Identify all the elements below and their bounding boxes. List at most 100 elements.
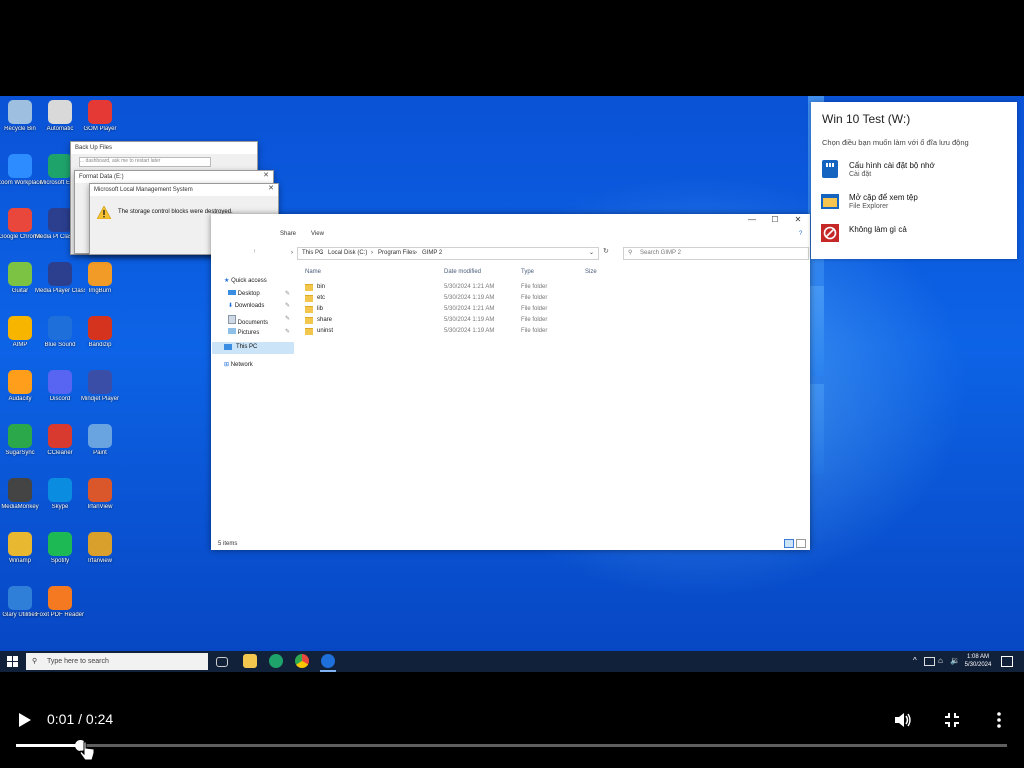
table-row[interactable]: bin 5/30/2024 1:21 AM File folder [305, 283, 555, 293]
up-arrow-icon[interactable]: ↑ [253, 249, 256, 255]
search-input[interactable]: ⚲ Search GIMP 2 [623, 247, 809, 260]
close-icon[interactable]: ✕ [263, 171, 269, 179]
row-type: File folder [521, 295, 548, 301]
app-icon [48, 370, 72, 394]
chrome-taskbar-icon[interactable] [295, 654, 309, 668]
desktop-icon-label: ImgBurn [88, 288, 112, 294]
clock-date: 5/30/2024 [964, 662, 992, 668]
network-tray-icon[interactable]: ⌂ [938, 656, 943, 665]
option-open-folder[interactable]: Mở cặp để xem tệp File Explorer [821, 190, 1011, 212]
backup-text: ... dashboard, ask me to restart later [79, 157, 211, 167]
desktop-icon-shortcut[interactable]: Bandizip [75, 316, 125, 349]
file-explorer-window: — ☐ ✕ Share View ? ↑ › This PC › Local D… [211, 214, 810, 550]
desktop-icon-shortcut[interactable]: GOM Player [75, 100, 125, 133]
desktop-icon-shortcut[interactable]: IrfanView [75, 478, 125, 511]
notification-center-icon[interactable] [1001, 656, 1013, 667]
volume-tray-icon[interactable]: 🔉 [950, 656, 960, 665]
tab-view[interactable]: View [311, 231, 324, 237]
seek-bar[interactable] [16, 740, 1007, 751]
desktop-icon-shortcut[interactable]: Mindjet Player [75, 370, 125, 403]
nav-label: Desktop [237, 291, 260, 297]
app-icon [48, 154, 72, 178]
task-view-icon[interactable] [216, 657, 228, 667]
nav-label: Documents [237, 320, 269, 326]
drive-tray-icon[interactable] [924, 657, 935, 666]
app-icon [88, 478, 112, 502]
address-bar[interactable]: › This PC › Local Disk (C:) › Program Fi… [291, 247, 599, 260]
app-icon [8, 154, 32, 178]
desktop-icon-shortcut[interactable]: Paint [75, 424, 125, 457]
nav-quick-access[interactable]: ★ Quick access [224, 277, 267, 284]
option-title: Cấu hình cài đặt bộ nhớ [849, 161, 935, 170]
column-header-type[interactable]: Type [521, 269, 534, 275]
details-view-icon[interactable] [784, 539, 794, 548]
search-icon: ⚲ [32, 658, 38, 665]
breadcrumb-program-files[interactable]: Program Files [378, 248, 415, 259]
table-row[interactable]: share 5/30/2024 1:19 AM File folder [305, 316, 555, 326]
close-icon[interactable]: ✕ [268, 184, 274, 192]
play-icon[interactable] [18, 712, 32, 728]
app-icon [88, 424, 112, 448]
breadcrumb-local-disk[interactable]: Local Disk (C:) [328, 248, 367, 259]
chevron-up-icon[interactable]: ^ [913, 656, 917, 665]
nav-label: Network [230, 362, 253, 368]
mouse-cursor-icon [80, 741, 95, 761]
nav-this-pc-selected[interactable]: This PC [212, 342, 294, 354]
large-icons-view-icon[interactable] [796, 539, 806, 548]
nav-documents[interactable]: Documents ✎ [228, 315, 290, 326]
column-header-date[interactable]: Date modified [444, 269, 481, 275]
chevron-down-icon[interactable]: ⌄ [589, 248, 594, 259]
app-icon [8, 478, 32, 502]
breadcrumb-current-folder[interactable]: GIMP 2 [422, 248, 442, 259]
option-do-nothing[interactable]: Không làm gì cả [821, 222, 1011, 244]
desktop-icon-shortcut[interactable]: Irfanview [75, 532, 125, 565]
nav-label: Pictures [237, 330, 260, 336]
desktop-icon-shortcut[interactable]: ImgBurn [75, 262, 125, 295]
tab-share[interactable]: Share [280, 231, 296, 237]
explorer-titlebar[interactable]: — ☐ ✕ [211, 214, 810, 229]
help-icon[interactable]: ? [799, 231, 802, 237]
app-icon [48, 586, 72, 610]
maximize-button[interactable]: ☐ [764, 215, 786, 227]
taskbar-search-input[interactable]: ⚲ Type here to search [26, 653, 208, 670]
close-button[interactable]: ✕ [787, 215, 809, 227]
search-placeholder: Type here to search [47, 658, 109, 665]
row-name: lib [317, 306, 324, 312]
table-row[interactable]: lib 5/30/2024 1:21 AM File folder [305, 305, 555, 315]
edge-taskbar-icon[interactable] [269, 654, 283, 668]
refresh-icon[interactable]: ↻ [603, 247, 609, 255]
nav-pictures[interactable]: Pictures ✎ [228, 328, 290, 336]
volume-icon[interactable] [894, 712, 912, 728]
nav-downloads[interactable]: ⬇ Downloads ✎ [228, 302, 290, 309]
row-name: bin [317, 284, 326, 290]
nav-desktop[interactable]: Desktop ✎ [228, 290, 290, 297]
table-row[interactable]: etc 5/30/2024 1:19 AM File folder [305, 294, 555, 304]
clock[interactable]: 1:08 AM 5/30/2024 [963, 653, 993, 669]
column-header-size[interactable]: Size [585, 269, 597, 275]
app-taskbar-icon[interactable] [321, 654, 335, 668]
app-icon [48, 532, 72, 556]
folder-icon [821, 194, 839, 209]
desktop-icon-label: Bandizip [88, 342, 112, 348]
windows-start-icon[interactable] [7, 656, 18, 667]
search-placeholder: Search GIMP 2 [640, 250, 681, 256]
option-storage-settings[interactable]: Cấu hình cài đặt bộ nhớ Cài đặt [821, 158, 1011, 180]
chevron-right-icon: › [371, 250, 373, 256]
column-header-name[interactable]: Name [305, 269, 321, 275]
exit-fullscreen-icon[interactable] [944, 712, 960, 728]
status-item-count: 5 items [218, 541, 238, 547]
chevron-right-icon: › [321, 250, 323, 256]
app-icon [88, 100, 112, 124]
desktop-icon-label: GOM Player [83, 126, 117, 132]
nav-network[interactable]: ⊞ Network [224, 361, 253, 368]
star-icon: ★ [224, 278, 230, 284]
more-options-icon[interactable] [996, 712, 1002, 728]
minimize-button[interactable]: — [741, 215, 763, 227]
dialog-title: Back Up Files [71, 142, 257, 154]
desktop-icon-shortcut[interactable]: Foxit PDF Reader [35, 586, 85, 619]
table-row[interactable]: uninst 5/30/2024 1:19 AM File folder [305, 327, 555, 337]
app-icon [48, 478, 72, 502]
file-explorer-taskbar-icon[interactable] [243, 654, 257, 668]
desktop-icon-label: Paint [93, 450, 107, 456]
warning-icon [97, 206, 111, 219]
